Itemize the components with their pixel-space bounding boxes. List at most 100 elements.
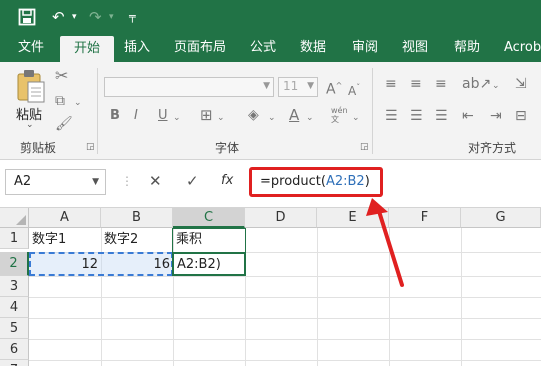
align-center-icon[interactable]: ☰	[410, 108, 423, 124]
italic-button[interactable]: I	[134, 108, 138, 124]
select-all-button[interactable]	[0, 208, 29, 228]
customize-toolbar-icon[interactable]: ╤	[129, 6, 136, 28]
name-box[interactable]: A2 ▼	[5, 169, 106, 195]
cell-c1[interactable]: 乘积	[173, 229, 245, 250]
fill-color-icon[interactable]: ◈	[248, 107, 259, 123]
row-header-3[interactable]: 3	[0, 276, 29, 297]
tab-help[interactable]: 帮助	[454, 34, 480, 62]
gridline	[389, 228, 390, 366]
font-color-icon[interactable]: A	[289, 107, 299, 123]
font-name-select[interactable]: ▼	[104, 77, 274, 97]
row-header-4[interactable]: 4	[0, 297, 29, 318]
cell-b2[interactable]: 16	[101, 254, 173, 275]
tab-formulas[interactable]: 公式	[250, 34, 276, 62]
row-header-1[interactable]: 1	[0, 228, 29, 249]
grow-font-icon[interactable]: A^	[326, 78, 342, 98]
font-size-select[interactable]: 11 ▼	[278, 77, 318, 97]
insert-function-icon[interactable]: fx	[221, 173, 233, 188]
gridline	[461, 228, 462, 366]
tab-home[interactable]: 开始	[60, 36, 115, 62]
gridline	[29, 276, 541, 277]
gridline	[317, 228, 318, 366]
chevron-down-icon: ▼	[263, 81, 270, 91]
cancel-icon[interactable]: ✕	[149, 172, 162, 190]
decrease-indent-icon[interactable]: ⇤	[462, 108, 474, 124]
ribbon-tabs: 文件 开始 插入 页面布局 公式 数据 审阅 视图 帮助 Acrobat	[0, 34, 541, 62]
orientation-icon[interactable]: ab↗	[462, 76, 491, 92]
phonetic-letters: wén	[331, 106, 348, 115]
row-header-7[interactable]: 7	[0, 360, 29, 366]
increase-indent-icon[interactable]: ⇥	[490, 108, 502, 124]
redo-dropdown-icon[interactable]: ▾	[109, 6, 114, 28]
shrink-font-letter: A	[348, 84, 357, 98]
chevron-down-icon[interactable]: ▼	[92, 170, 99, 194]
chevron-down-icon: ▼	[307, 81, 314, 91]
borders-icon[interactable]: ⊞	[200, 107, 213, 123]
annotation-highlight-box	[249, 167, 383, 197]
column-header-a[interactable]: A	[29, 208, 101, 228]
worksheet-grid[interactable]: A B C D E F G 1 2 3 4 5 6 7 数字1 数字2 乘积 1…	[0, 207, 541, 366]
paste-icon[interactable]	[14, 68, 48, 104]
tab-review[interactable]: 审阅	[352, 34, 378, 62]
tab-data[interactable]: 数据	[300, 34, 326, 62]
title-bar: ↶ ▾ ↷ ▾ ╤	[0, 0, 541, 34]
save-icon[interactable]	[18, 8, 36, 26]
column-header-d[interactable]: D	[245, 208, 317, 228]
undo-icon[interactable]: ↶	[52, 6, 65, 28]
gridline	[29, 297, 541, 298]
align-top-icon[interactable]: ≡	[385, 76, 397, 92]
cell-b1[interactable]: 数字2	[101, 229, 173, 250]
clipboard-launcher-icon[interactable]: ◲	[86, 142, 95, 152]
wrap-text-icon[interactable]: ⇲	[515, 76, 527, 92]
grow-font-letter: A	[326, 81, 336, 98]
column-header-c[interactable]: C	[173, 208, 245, 228]
phonetic-icon[interactable]: wén 文	[331, 106, 348, 124]
column-header-b[interactable]: B	[101, 208, 173, 228]
fill-color-dropdown-icon[interactable]: ⌄	[268, 110, 276, 126]
column-header-e[interactable]: E	[317, 208, 389, 228]
row-header-6[interactable]: 6	[0, 339, 29, 360]
clipboard-group-label: 剪贴板	[20, 141, 57, 155]
column-header-g[interactable]: G	[461, 208, 541, 228]
formula-bar-grip-icon[interactable]: ⋮	[121, 174, 133, 188]
tab-acrobat[interactable]: Acrobat	[504, 34, 541, 62]
cell-a2[interactable]: 12	[29, 254, 101, 275]
bold-button[interactable]: B	[110, 108, 120, 124]
align-bottom-icon[interactable]: ≡	[435, 76, 447, 92]
format-painter-icon[interactable]: 🖌	[55, 116, 73, 132]
tab-file[interactable]: 文件	[18, 34, 44, 62]
column-header-f[interactable]: F	[389, 208, 461, 228]
enter-icon[interactable]: ✓	[186, 172, 199, 190]
copy-icon[interactable]: ⧉	[55, 93, 65, 109]
font-group-label: 字体	[215, 141, 240, 155]
font-color-dropdown-icon[interactable]: ⌄	[306, 110, 314, 126]
underline-dropdown-icon[interactable]: ⌄	[173, 110, 181, 126]
cell-a1[interactable]: 数字1	[29, 229, 101, 250]
font-size-value: 11	[283, 79, 299, 93]
tab-insert[interactable]: 插入	[124, 34, 150, 62]
font-launcher-icon[interactable]: ◲	[360, 142, 369, 152]
phonetic-dropdown-icon[interactable]: ⌄	[352, 110, 360, 126]
merge-center-icon[interactable]: ⊟	[515, 108, 527, 124]
undo-dropdown-icon[interactable]: ▾	[72, 6, 77, 28]
select-all-triangle-icon	[16, 215, 26, 225]
cut-icon[interactable]: ✂	[55, 68, 68, 84]
shrink-font-icon[interactable]: Aˇ	[348, 80, 360, 99]
paste-dropdown-icon[interactable]: ⌄	[26, 120, 34, 130]
tab-view[interactable]: 视图	[402, 34, 428, 62]
row-header-2[interactable]: 2	[0, 252, 29, 276]
tab-page-layout[interactable]: 页面布局	[174, 34, 226, 62]
align-left-icon[interactable]: ☰	[385, 108, 398, 124]
cell-c2-editing[interactable]: A2:B2)	[174, 254, 246, 275]
align-right-icon[interactable]: ☰	[435, 108, 448, 124]
gridline	[29, 339, 541, 340]
row-header-5[interactable]: 5	[0, 318, 29, 339]
redo-icon[interactable]: ↷	[89, 6, 102, 28]
underline-button[interactable]: U	[158, 108, 168, 124]
borders-dropdown-icon[interactable]: ⌄	[217, 110, 225, 126]
orientation-dropdown-icon[interactable]: ⌄	[492, 78, 500, 94]
ribbon: 粘贴 ⌄ ✂ ⧉ ⌄ 🖌 剪贴板 ◲ ▼ 11 ▼ A^ Aˇ B I U ⌄ …	[0, 62, 541, 160]
align-middle-icon[interactable]: ≡	[410, 76, 422, 92]
copy-dropdown-icon[interactable]: ⌄	[74, 95, 82, 111]
gridline	[29, 360, 541, 361]
